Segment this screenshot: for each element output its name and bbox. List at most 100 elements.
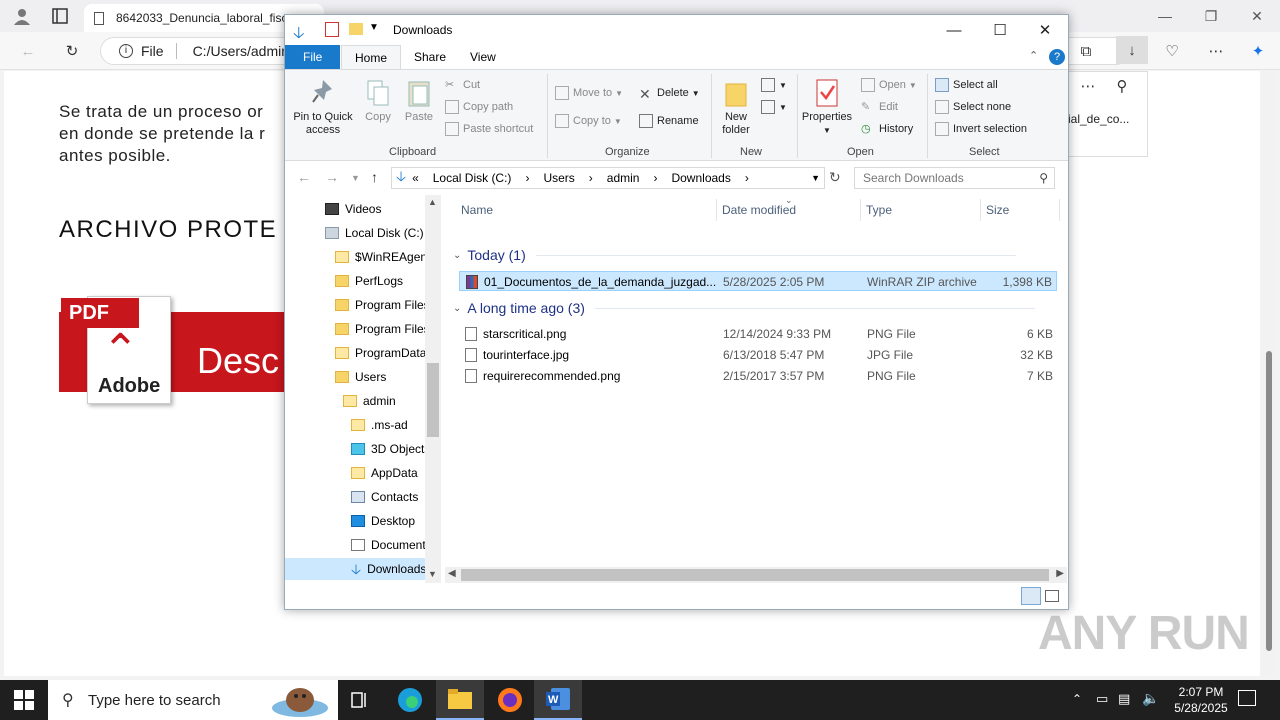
file-row[interactable]: tourinterface.jpg 6/13/2018 5:47 PM JPG … (459, 345, 1057, 365)
network-icon[interactable]: ▤ (1118, 691, 1130, 707)
move-to-button[interactable]: Move to ▼ (555, 84, 623, 102)
new-folder-quick-icon[interactable] (349, 23, 363, 35)
column-header-date[interactable]: Date modified (722, 203, 796, 217)
more-icon[interactable]: ⋯ (1204, 39, 1228, 63)
forward-arrow-icon[interactable]: → (325, 169, 339, 185)
tab-share[interactable]: Share (401, 45, 459, 69)
browser-close-button[interactable]: ✕ (1234, 0, 1280, 32)
breadcrumb-item[interactable]: Local Disk (C:) (433, 171, 512, 185)
recent-locations-icon[interactable]: ▼ (351, 173, 360, 183)
group-header-today[interactable]: ⌄ Today (1) (453, 247, 1016, 263)
tree-item-downloads[interactable]: 🡣 Downloads (285, 558, 441, 580)
info-icon[interactable]: i (119, 44, 133, 58)
scroll-left-icon[interactable]: ◀ (448, 568, 456, 579)
pin-to-quick-access-button[interactable]: Pin to Quick access (291, 78, 355, 137)
new-item-button[interactable]: ▼ (761, 76, 787, 94)
column-header-type[interactable]: Type (866, 203, 892, 217)
properties-button[interactable]: Properties ▼ (799, 78, 855, 137)
file-explorer-taskbar-icon[interactable] (436, 680, 484, 720)
explorer-address-bar[interactable]: 🡣 « Local Disk (C:) › Users › admin › Do… (391, 167, 825, 189)
windows-start-button[interactable] (14, 690, 34, 710)
tree-item-admin[interactable]: admin (343, 390, 396, 412)
copilot-icon[interactable]: ✦ (1246, 39, 1270, 63)
delete-button[interactable]: ✕ Delete ▼ (639, 84, 700, 102)
select-all-button[interactable]: Select all (935, 76, 998, 94)
up-arrow-icon[interactable]: ↑ (371, 169, 378, 185)
word-icon[interactable]: W (534, 680, 582, 720)
tree-item-desktop[interactable]: Desktop (351, 510, 415, 532)
navigation-pane-scrollbar[interactable]: ▲ ▼ (425, 195, 441, 583)
search-downloads-input[interactable]: Search Downloads ⚲ (854, 167, 1055, 189)
copy-button[interactable]: Copy (361, 78, 395, 124)
health-icon[interactable]: ♡ (1160, 39, 1184, 63)
browser-minimize-button[interactable]: — (1142, 0, 1188, 32)
browser-restore-button[interactable]: ❐ (1188, 0, 1234, 32)
breadcrumb-item[interactable]: Downloads (671, 171, 730, 185)
tree-item-3d-objects[interactable]: 3D Objects (351, 438, 430, 460)
tree-item-programdata[interactable]: ProgramData (335, 342, 426, 364)
tree-item-contacts[interactable]: Contacts (351, 486, 418, 508)
more-icon[interactable]: ⋯ (1076, 74, 1100, 98)
clock[interactable]: 2:07 PM 5/28/2025 (1170, 684, 1232, 716)
properties-quick-icon[interactable] (325, 22, 339, 37)
tree-item-program-files[interactable]: Program Files (335, 294, 430, 316)
tree-item-documents[interactable]: Documents (351, 534, 432, 556)
downloads-icon[interactable]: ↓ (1116, 36, 1148, 64)
task-view-icon[interactable] (336, 680, 384, 720)
address-dropdown-icon[interactable]: ▼ (811, 173, 820, 183)
copy-path-button[interactable]: Copy path (445, 98, 513, 116)
taskbar-search-box[interactable]: ⚲ Type here to search (48, 680, 338, 720)
volume-icon[interactable]: 🔈 (1142, 690, 1159, 707)
explorer-minimize-button[interactable]: — (931, 15, 977, 45)
breadcrumb-item[interactable]: admin (607, 171, 640, 185)
paste-button[interactable]: Paste (401, 78, 437, 124)
collapse-ribbon-icon[interactable]: ⌃ (1029, 49, 1038, 62)
customize-quick-access-icon[interactable]: ▼ (369, 22, 379, 33)
tree-item-winreagent[interactable]: $WinREAgent (335, 246, 430, 268)
cut-button[interactable]: ✂ Cut (445, 76, 480, 94)
tab-view[interactable]: View (457, 45, 509, 69)
scroll-up-icon[interactable]: ▲ (428, 197, 437, 207)
address-url[interactable]: C:/Users/admin/ (193, 43, 293, 59)
tree-item-local-disk[interactable]: Local Disk (C:) (325, 222, 424, 244)
tree-item-program-files-x86[interactable]: Program Files (335, 318, 430, 340)
refresh-icon[interactable]: ↻ (60, 39, 84, 63)
invert-selection-button[interactable]: Invert selection (935, 120, 1027, 138)
history-button[interactable]: ◷ History (861, 120, 913, 138)
paste-shortcut-button[interactable]: Paste shortcut (445, 120, 533, 138)
scroll-down-icon[interactable]: ▼ (428, 569, 437, 579)
collections-icon[interactable]: ⧉ (1074, 39, 1098, 63)
breadcrumb-overflow[interactable]: « (412, 171, 419, 185)
profile-icon[interactable] (10, 4, 34, 28)
large-icons-view-icon[interactable] (1045, 590, 1059, 602)
select-none-button[interactable]: Select none (935, 98, 1011, 116)
tree-item-videos[interactable]: Videos (325, 198, 381, 220)
tree-item-users[interactable]: Users (335, 366, 386, 388)
tree-item-ms-ad[interactable]: .ms-ad (351, 414, 408, 436)
tab-file[interactable]: File (285, 45, 341, 69)
new-folder-button[interactable]: New folder (717, 78, 755, 137)
page-scrollbar[interactable] (1262, 71, 1276, 676)
notifications-icon[interactable] (1238, 690, 1256, 706)
tab-home[interactable]: Home (341, 45, 402, 69)
group-header-long-ago[interactable]: ⌄ A long time ago (3) (453, 300, 1035, 316)
details-view-icon[interactable] (1021, 587, 1041, 605)
file-list-horizontal-scrollbar[interactable]: ◀ ▶ (445, 567, 1067, 583)
back-icon[interactable]: ← (16, 39, 40, 63)
rename-button[interactable]: Rename (639, 112, 699, 130)
file-row[interactable]: requirerecommended.png 2/15/2017 3:57 PM… (459, 366, 1057, 386)
explorer-maximize-button[interactable]: ☐ (977, 15, 1023, 45)
tab-actions-icon[interactable] (48, 4, 72, 28)
help-icon[interactable]: ? (1049, 49, 1065, 65)
column-header-size[interactable]: Size (986, 203, 1009, 217)
pdf-download-banner[interactable]: ⌃ Adobe PDF Desc (59, 294, 289, 404)
open-button[interactable]: Open ▼ (861, 76, 917, 94)
explorer-close-button[interactable]: ✕ (1022, 15, 1068, 45)
column-header-name[interactable]: Name (461, 203, 493, 217)
easy-access-button[interactable]: ▼ (761, 98, 787, 116)
pin-icon[interactable]: ⚲ (1110, 74, 1134, 98)
file-row[interactable]: 01_Documentos_de_la_demanda_juzgad... 5/… (459, 271, 1057, 291)
show-hidden-icons-icon[interactable]: ⌃ (1072, 692, 1082, 706)
tree-item-appdata[interactable]: AppData (351, 462, 418, 484)
tree-item-perflogs[interactable]: PerfLogs (335, 270, 403, 292)
